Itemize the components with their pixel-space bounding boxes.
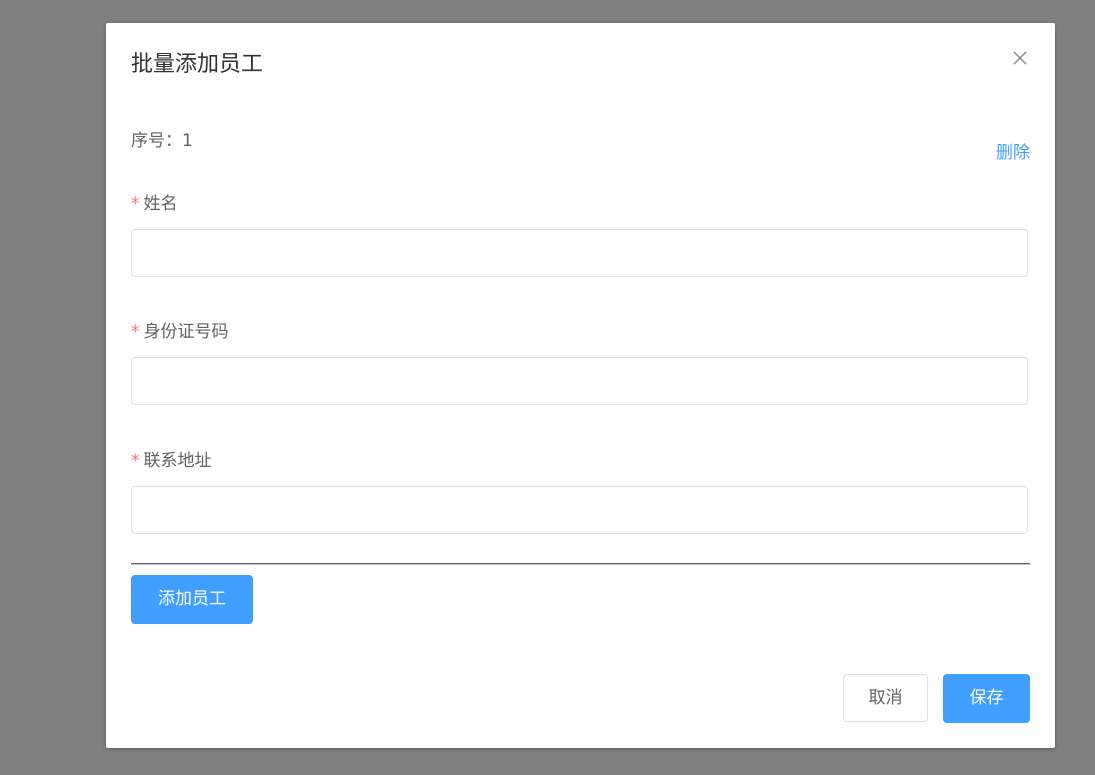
close-icon[interactable] — [1009, 47, 1031, 69]
add-employee-button[interactable]: 添加员工 — [131, 575, 253, 624]
id-number-input[interactable] — [131, 357, 1028, 405]
save-button[interactable]: 保存 — [943, 674, 1030, 723]
required-mark: * — [131, 322, 140, 342]
dialog-title: 批量添加员工 — [131, 52, 264, 77]
name-input[interactable] — [131, 229, 1028, 277]
sequence-label: 序号：1 — [131, 131, 193, 151]
delete-link[interactable]: 删除 — [996, 141, 1030, 165]
required-mark: * — [131, 194, 140, 214]
id-number-label-text: 身份证号码 — [143, 322, 229, 342]
name-label: * 姓名 — [131, 192, 178, 216]
name-label-text: 姓名 — [143, 194, 178, 214]
address-input[interactable] — [131, 486, 1028, 534]
address-label: * 联系地址 — [131, 449, 212, 473]
required-mark: * — [131, 451, 140, 471]
cancel-button[interactable]: 取消 — [843, 674, 928, 722]
divider — [131, 563, 1030, 564]
address-label-text: 联系地址 — [143, 451, 212, 471]
batch-add-dialog: 批量添加员工 序号：1 删除 * 姓名 * 身份证号码 * 联系地址 添加员工 取消 … — [106, 23, 1055, 748]
id-number-label: * 身份证号码 — [131, 320, 229, 344]
